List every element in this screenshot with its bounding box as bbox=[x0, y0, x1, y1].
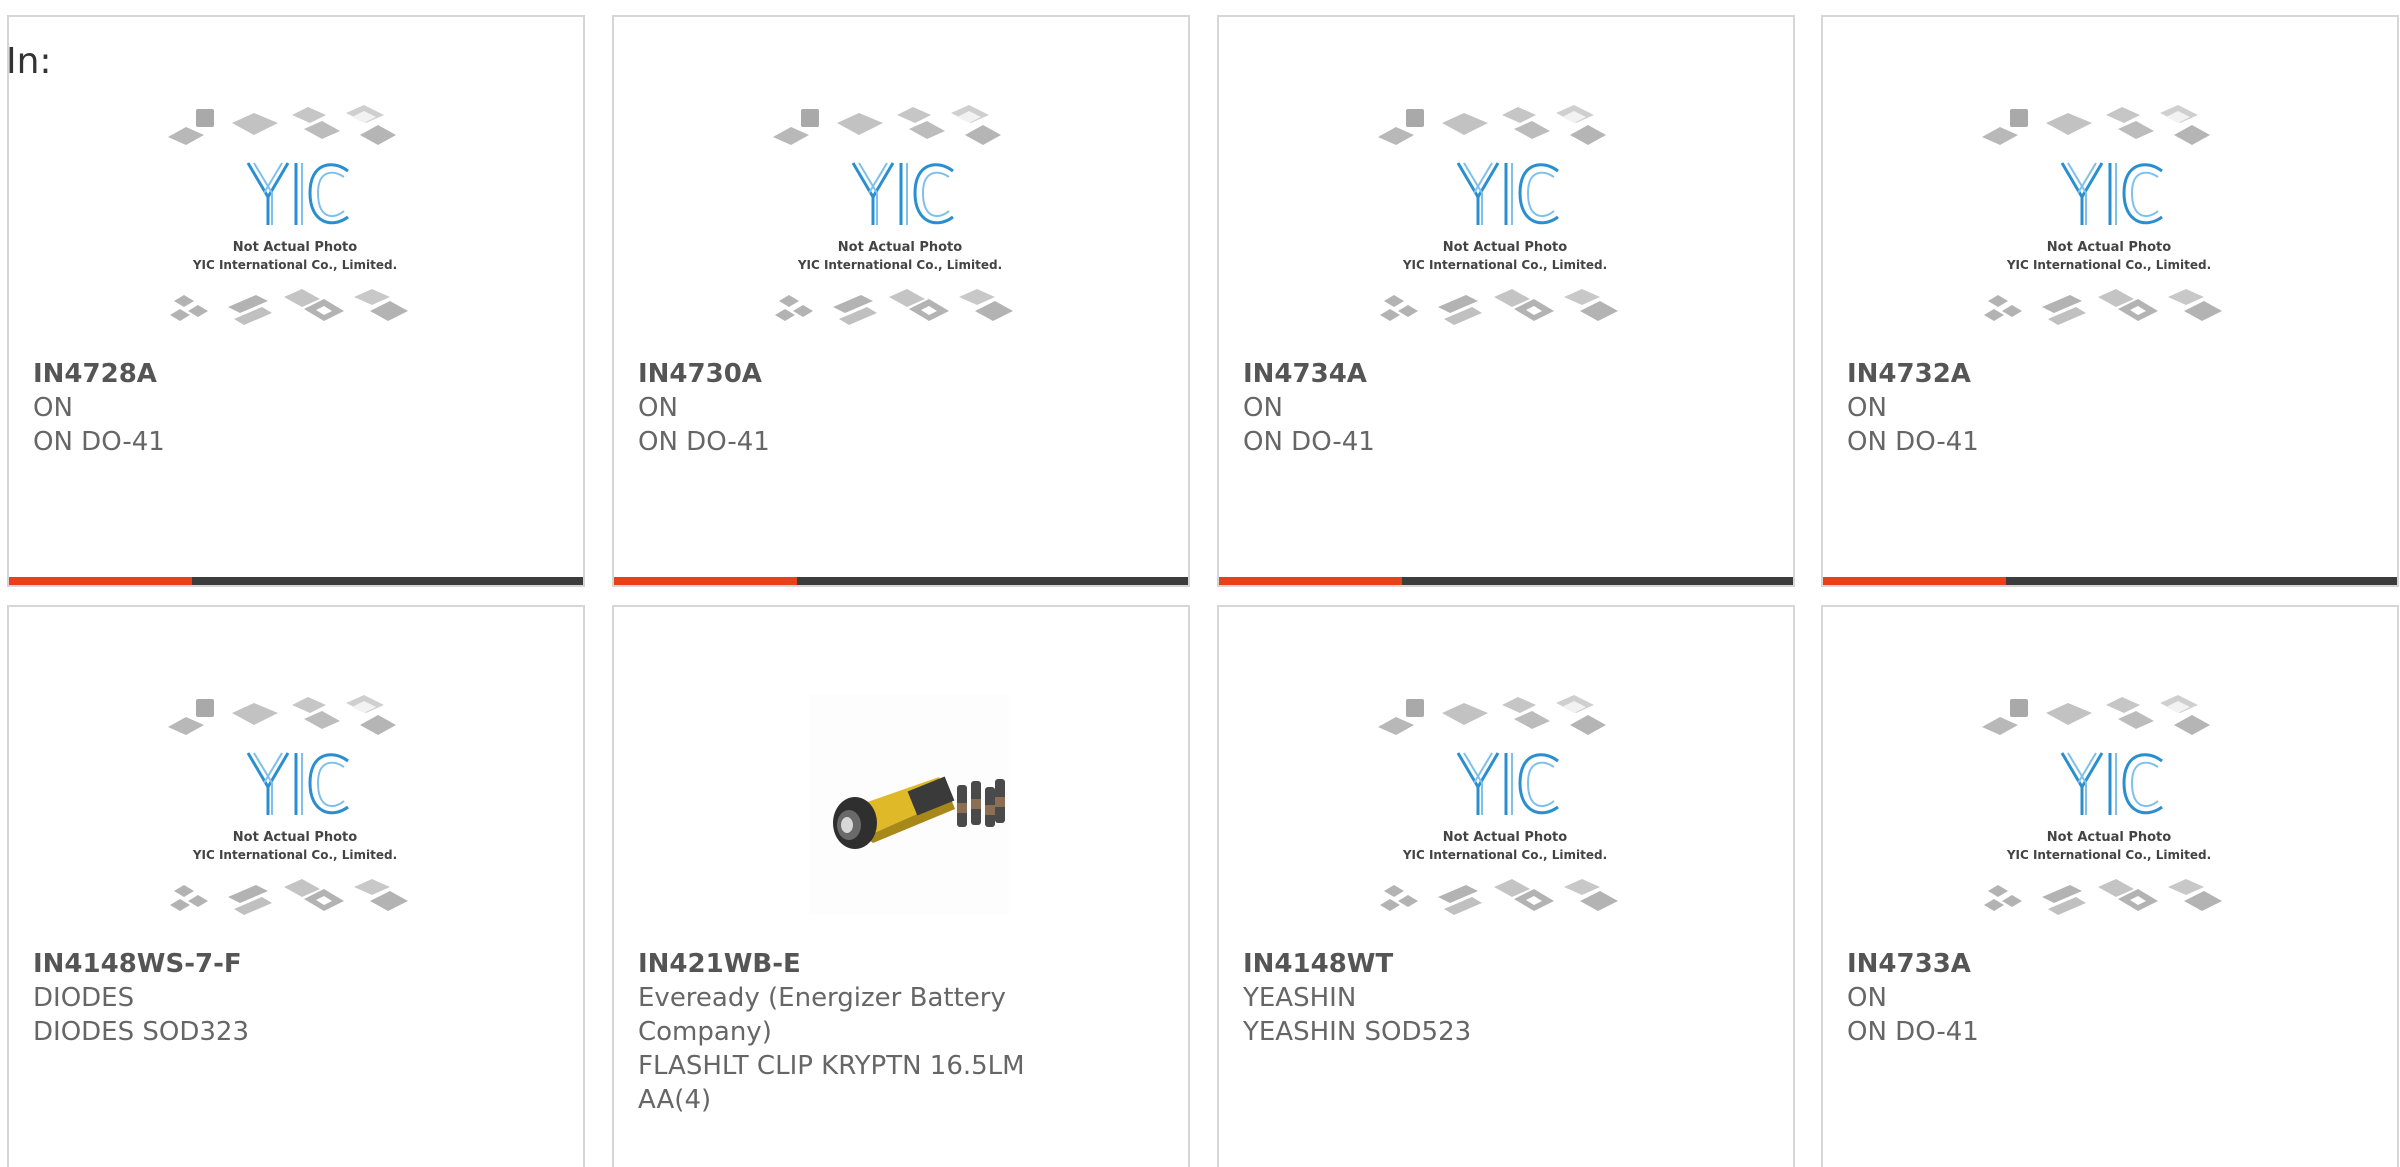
product-description: ON DO-41 bbox=[1847, 427, 1979, 457]
product-info: IN4728A ON ON DO-41 bbox=[33, 357, 453, 459]
product-image[interactable]: Not Actual Photo YIC International Co., … bbox=[164, 691, 434, 927]
product-card[interactable]: Not Actual Photo YIC International Co., … bbox=[1217, 15, 1795, 587]
product-description: ON DO-41 bbox=[33, 427, 165, 457]
placeholder-line-1: Not Actual Photo bbox=[838, 240, 962, 255]
product-description: YEASHIN SOD523 bbox=[1243, 1017, 1472, 1047]
placeholder-line-2: YIC International Co., Limited. bbox=[2006, 258, 2211, 272]
product-image[interactable]: Not Actual Photo YIC International Co., … bbox=[769, 101, 1039, 337]
product-card[interactable]: Not Actual Photo YIC International Co., … bbox=[612, 15, 1190, 587]
product-card[interactable]: Not Actual Photo YIC International Co., … bbox=[1821, 605, 2399, 1167]
placeholder-line-2: YIC International Co., Limited. bbox=[192, 848, 397, 862]
product-part-number[interactable]: IN4734A bbox=[1243, 357, 1663, 391]
placeholder-line-1: Not Actual Photo bbox=[1443, 830, 1567, 845]
product-card[interactable]: Not Actual Photo YIC International Co., … bbox=[7, 605, 585, 1167]
product-part-number[interactable]: IN4728A bbox=[33, 357, 453, 391]
product-part-number[interactable]: IN421WB-E bbox=[638, 947, 1058, 981]
placeholder-line-1: Not Actual Photo bbox=[233, 830, 357, 845]
product-image[interactable]: Not Actual Photo YIC International Co., … bbox=[1978, 101, 2248, 337]
card-hover-bar-accent bbox=[1823, 577, 2006, 585]
product-manufacturer: ON bbox=[1847, 393, 1887, 423]
placeholder-line-2: YIC International Co., Limited. bbox=[192, 258, 397, 272]
product-part-number[interactable]: IN4730A bbox=[638, 357, 1058, 391]
flashlight-photo bbox=[809, 695, 1009, 915]
product-info: IN421WB-E Eveready (Energizer Battery Com… bbox=[638, 947, 1058, 1117]
placeholder-chip-icon: Not Actual Photo YIC International Co., … bbox=[168, 695, 408, 915]
product-card[interactable]: Not Actual Photo YIC International Co., … bbox=[1217, 605, 1795, 1167]
product-manufacturer: ON bbox=[638, 393, 678, 423]
product-info: IN4733A ON ON DO-41 bbox=[1847, 947, 2267, 1049]
placeholder-line-1: Not Actual Photo bbox=[1443, 240, 1567, 255]
placeholder-chip-icon: Not Actual Photo YIC International Co., … bbox=[1378, 695, 1618, 915]
card-hover-bar bbox=[1823, 577, 2397, 585]
product-image[interactable]: Not Actual Photo YIC International Co., … bbox=[1374, 101, 1644, 337]
placeholder-line-2: YIC International Co., Limited. bbox=[1402, 848, 1607, 862]
placeholder-chip-icon: Not Actual Photo YIC International Co., … bbox=[1378, 105, 1618, 325]
product-description: ON DO-41 bbox=[638, 427, 770, 457]
card-hover-bar-accent bbox=[9, 577, 192, 585]
product-part-number[interactable]: IN4732A bbox=[1847, 357, 2267, 391]
product-manufacturer: Eveready (Energizer Battery Company) bbox=[638, 983, 1006, 1047]
search-in-label: In: bbox=[6, 41, 52, 82]
product-manufacturer: ON bbox=[1847, 983, 1887, 1013]
placeholder-chip-icon: Not Actual Photo YIC International Co., … bbox=[168, 105, 408, 325]
product-card[interactable]: Not Actual Photo YIC International Co., … bbox=[7, 15, 585, 587]
product-part-number[interactable]: IN4148WS-7-F bbox=[33, 947, 453, 981]
product-image[interactable]: Not Actual Photo YIC International Co., … bbox=[1374, 691, 1644, 927]
product-card[interactable]: Not Actual Photo YIC International Co., … bbox=[1821, 15, 2399, 587]
product-part-number[interactable]: IN4148WT bbox=[1243, 947, 1663, 981]
card-hover-bar bbox=[614, 577, 1188, 585]
product-manufacturer: DIODES bbox=[33, 983, 135, 1013]
placeholder-line-1: Not Actual Photo bbox=[2047, 240, 2171, 255]
product-info: IN4732A ON ON DO-41 bbox=[1847, 357, 2267, 459]
card-hover-bar-accent bbox=[1219, 577, 1402, 585]
product-description: ON DO-41 bbox=[1847, 1017, 1979, 1047]
placeholder-chip-icon: Not Actual Photo YIC International Co., … bbox=[1982, 105, 2222, 325]
card-hover-bar-accent bbox=[614, 577, 797, 585]
product-part-number[interactable]: IN4733A bbox=[1847, 947, 2267, 981]
product-image[interactable]: Not Actual Photo YIC International Co., … bbox=[1978, 691, 2248, 927]
placeholder-line-2: YIC International Co., Limited. bbox=[797, 258, 1002, 272]
card-hover-bar bbox=[9, 577, 583, 585]
product-info: IN4734A ON ON DO-41 bbox=[1243, 357, 1663, 459]
product-description: ON DO-41 bbox=[1243, 427, 1375, 457]
product-info: IN4148WS-7-F DIODES DIODES SOD323 bbox=[33, 947, 453, 1049]
product-manufacturer: ON bbox=[1243, 393, 1283, 423]
product-description: DIODES SOD323 bbox=[33, 1017, 249, 1047]
product-manufacturer: ON bbox=[33, 393, 73, 423]
placeholder-line-2: YIC International Co., Limited. bbox=[2006, 848, 2211, 862]
product-description: FLASHLT CLIP KRYPTN 16.5LM AA(4) bbox=[638, 1051, 1025, 1115]
card-hover-bar bbox=[1219, 577, 1793, 585]
product-card[interactable]: IN421WB-E Eveready (Energizer Battery Com… bbox=[612, 605, 1190, 1167]
product-manufacturer: YEASHIN bbox=[1243, 983, 1357, 1013]
placeholder-line-2: YIC International Co., Limited. bbox=[1402, 258, 1607, 272]
product-info: IN4730A ON ON DO-41 bbox=[638, 357, 1058, 459]
placeholder-line-1: Not Actual Photo bbox=[2047, 830, 2171, 845]
product-info: IN4148WT YEASHIN YEASHIN SOD523 bbox=[1243, 947, 1663, 1049]
product-image[interactable]: Not Actual Photo YIC International Co., … bbox=[164, 101, 434, 337]
product-results-page: In: Not Actual Photo YIC International C… bbox=[0, 0, 2400, 1167]
placeholder-chip-icon: Not Actual Photo YIC International Co., … bbox=[1982, 695, 2222, 915]
placeholder-chip-icon: Not Actual Photo YIC International Co., … bbox=[773, 105, 1013, 325]
placeholder-line-1: Not Actual Photo bbox=[233, 240, 357, 255]
product-image[interactable] bbox=[769, 691, 1039, 927]
